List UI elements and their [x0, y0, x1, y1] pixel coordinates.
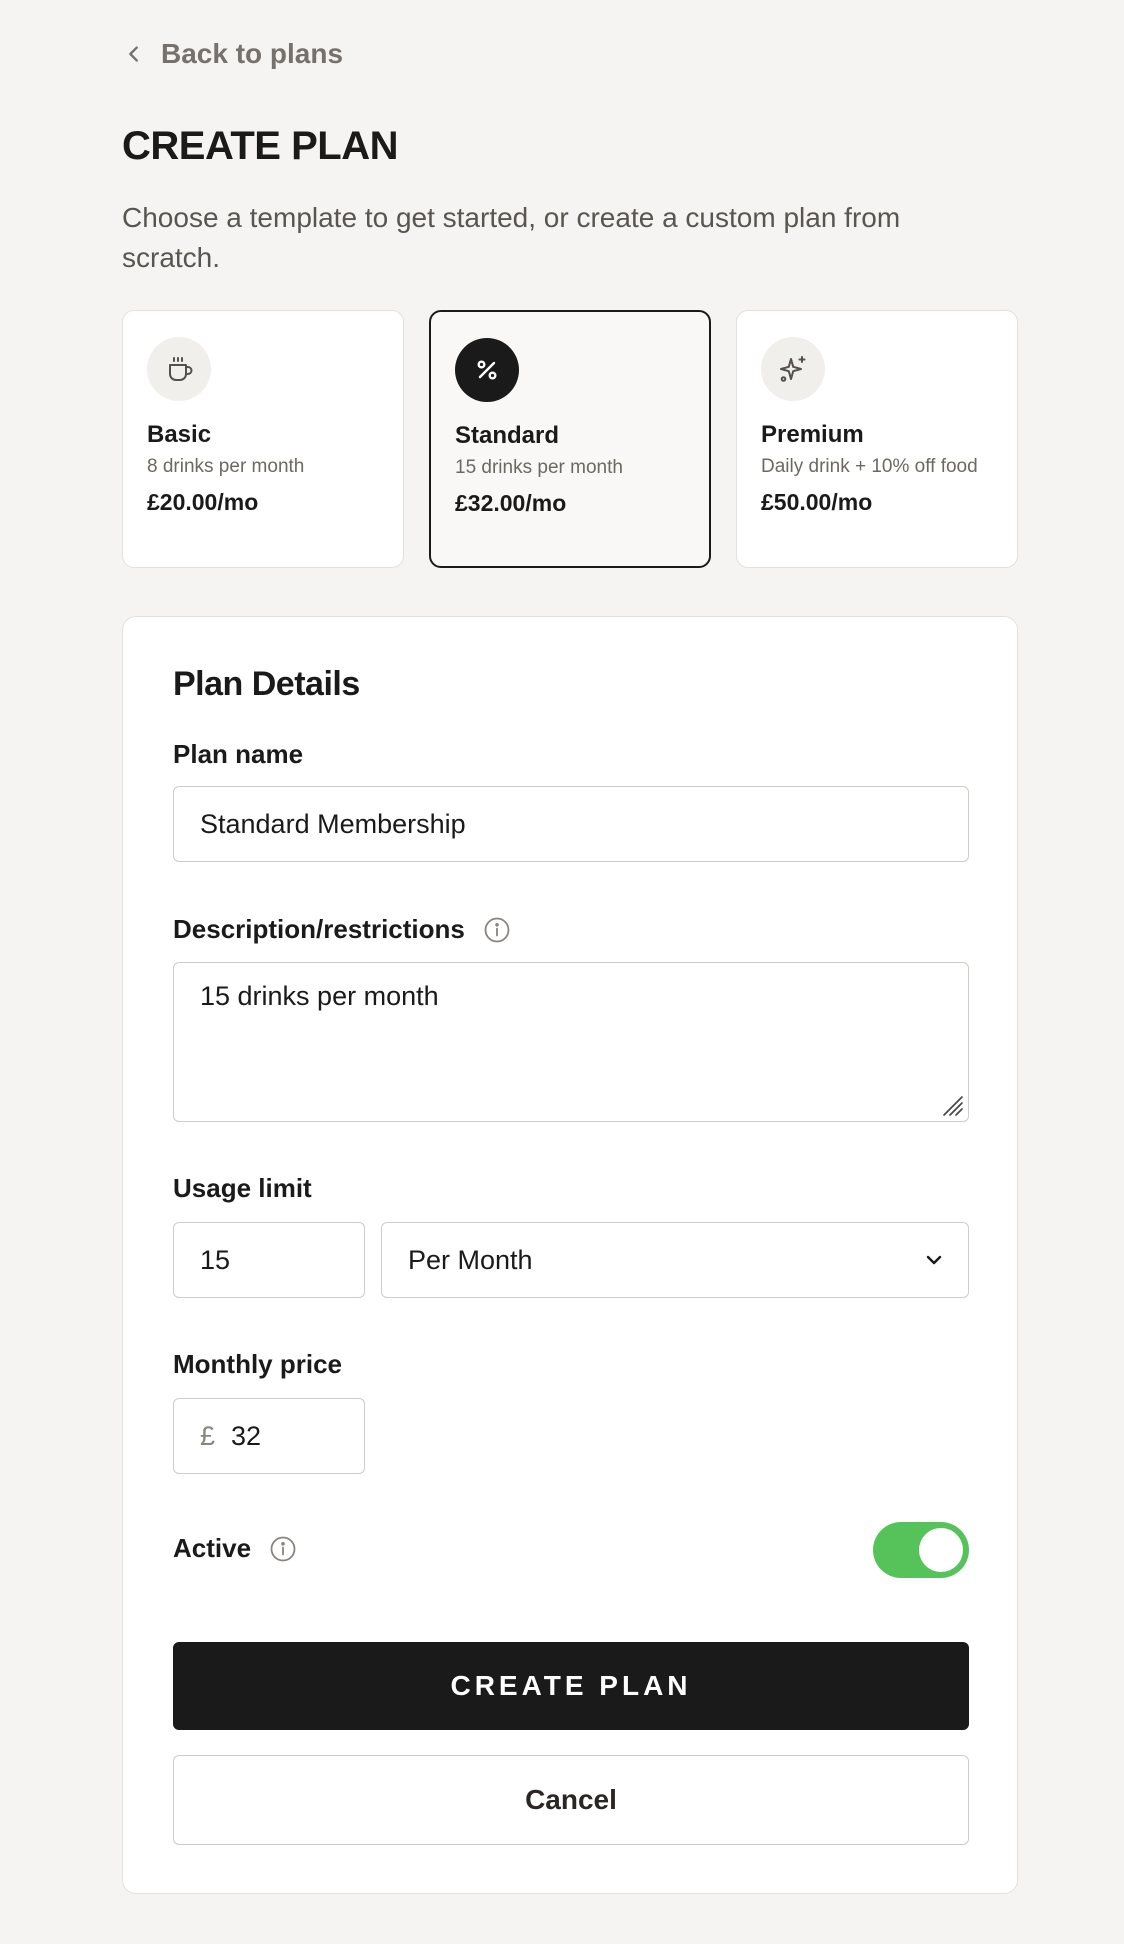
info-icon[interactable] [483, 916, 511, 944]
template-description: 15 drinks per month [455, 457, 623, 478]
back-link-label: Back to plans [161, 38, 344, 69]
usage-period-select[interactable]: Per Month [381, 1222, 969, 1298]
template-description: 8 drinks per month [147, 456, 305, 477]
toggle-knob [919, 1528, 963, 1572]
template-card-basic[interactable]: Basic 8 drinks per month £20.00/mo [122, 310, 404, 568]
page-subtitle: Choose a template to get started, or cre… [122, 202, 901, 273]
active-toggle[interactable] [873, 1522, 969, 1578]
info-icon[interactable] [269, 1535, 297, 1563]
usage-limit-label-text: Usage limit [173, 1173, 312, 1203]
usage-limit-input[interactable]: 15 [173, 1222, 365, 1298]
template-name: Premium [761, 421, 864, 448]
template-icon-wrap [147, 337, 211, 401]
template-price: £50.00/mo [761, 489, 873, 515]
usage-period-value: Per Month [408, 1244, 533, 1275]
back-to-plans-link[interactable]: Back to plans [123, 38, 343, 70]
create-plan-button[interactable]: CREATE PLAN [173, 1642, 969, 1730]
chevron-left-icon [129, 46, 138, 62]
description-label: Description/restrictions [173, 914, 511, 945]
monthly-price-value: 32 [231, 1420, 262, 1451]
template-name: Standard [455, 422, 560, 449]
resize-handle-icon[interactable] [940, 1093, 964, 1117]
plan-name-label-text: Plan name [173, 739, 304, 769]
usage-limit-value: 15 [200, 1244, 231, 1275]
plan-name-value: Standard Membership [200, 808, 466, 839]
plan-name-input[interactable]: Standard Membership [173, 786, 969, 862]
active-label: Active [173, 1533, 297, 1564]
monthly-price-label: Monthly price [173, 1349, 342, 1380]
template-icon-wrap [455, 338, 519, 402]
page-title: CREATE PLAN [122, 124, 398, 168]
description-value: 15 drinks per month [200, 981, 439, 1011]
percent-icon [477, 360, 497, 380]
template-price: £20.00/mo [147, 489, 259, 515]
template-card-standard[interactable]: Standard 15 drinks per month £32.00/mo [429, 310, 711, 568]
currency-symbol: £ [200, 1420, 216, 1451]
template-name: Basic [147, 421, 212, 448]
template-list: Basic 8 drinks per month £20.00/mo Stand… [122, 310, 1018, 568]
chevron-down-icon [926, 1255, 942, 1265]
active-label-text: Active [173, 1533, 252, 1563]
create-plan-page: Back to plans CREATE PLAN Choose a templ… [0, 0, 1124, 1944]
plan-name-label: Plan name [173, 739, 303, 770]
template-price: £32.00/mo [455, 490, 567, 516]
monthly-price-label-text: Monthly price [173, 1349, 343, 1379]
cancel-button[interactable]: Cancel [173, 1755, 969, 1845]
monthly-price-input[interactable]: £ 32 [173, 1398, 365, 1474]
plan-details-title: Plan Details [173, 665, 360, 703]
coffee-cup-icon [169, 357, 193, 381]
template-description: Daily drink + 10% off food [761, 456, 978, 477]
plan-details-card: Plan Details Plan name Standard Membersh… [122, 616, 1018, 1894]
usage-limit-label: Usage limit [173, 1173, 312, 1204]
template-icon-wrap [761, 337, 825, 401]
description-textarea[interactable]: 15 drinks per month [173, 962, 969, 1122]
template-card-premium[interactable]: Premium Daily drink + 10% off food £50.0… [736, 310, 1018, 568]
sparkle-icon [780, 356, 806, 382]
description-label-text: Description/restrictions [173, 914, 465, 944]
